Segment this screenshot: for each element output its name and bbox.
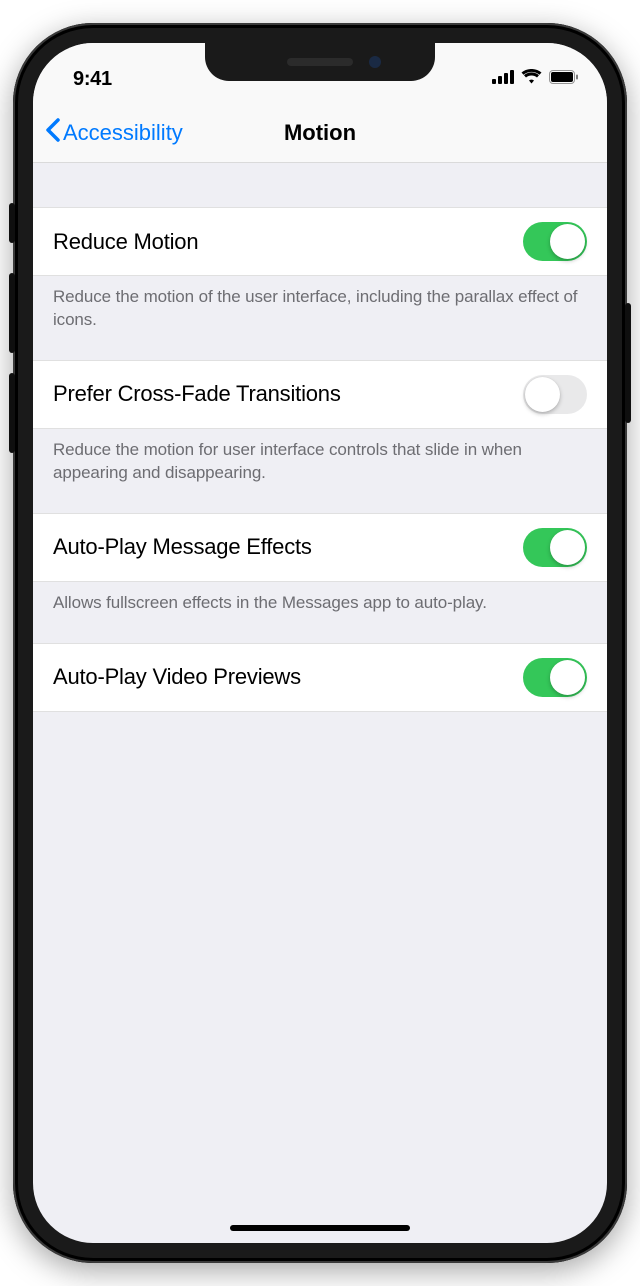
message-effects-toggle[interactable] [523, 528, 587, 567]
cross-fade-footer: Reduce the motion for user interface con… [33, 429, 607, 485]
reduce-motion-row: Reduce Motion [33, 207, 607, 276]
volume-down-button [9, 373, 15, 453]
cross-fade-label: Prefer Cross-Fade Transitions [53, 381, 341, 407]
settings-content: Reduce Motion Reduce the motion of the u… [33, 163, 607, 712]
video-previews-toggle[interactable] [523, 658, 587, 697]
chevron-left-icon [45, 118, 60, 148]
power-button [625, 303, 631, 423]
back-button[interactable]: Accessibility [45, 118, 183, 148]
back-label: Accessibility [63, 120, 183, 146]
message-effects-label: Auto-Play Message Effects [53, 534, 312, 560]
front-camera [369, 56, 381, 68]
page-title: Motion [284, 120, 356, 146]
video-previews-label: Auto-Play Video Previews [53, 664, 301, 690]
cross-fade-toggle[interactable] [523, 375, 587, 414]
speaker-grille [287, 58, 353, 66]
reduce-motion-label: Reduce Motion [53, 229, 198, 255]
cross-fade-row: Prefer Cross-Fade Transitions [33, 360, 607, 429]
status-time: 9:41 [73, 68, 112, 91]
message-effects-row: Auto-Play Message Effects [33, 513, 607, 582]
screen: 9:41 Accessibility Motion [33, 43, 607, 1243]
battery-icon [549, 70, 579, 89]
home-indicator[interactable] [230, 1225, 410, 1231]
phone-frame: 9:41 Accessibility Motion [13, 23, 627, 1263]
message-effects-footer: Allows fullscreen effects in the Message… [33, 582, 607, 615]
silent-switch [9, 203, 15, 243]
reduce-motion-toggle[interactable] [523, 222, 587, 261]
cellular-icon [492, 70, 514, 89]
status-icons [492, 69, 579, 89]
notch [205, 43, 435, 81]
video-previews-row: Auto-Play Video Previews [33, 643, 607, 712]
volume-up-button [9, 273, 15, 353]
wifi-icon [521, 69, 542, 89]
navigation-bar: Accessibility Motion [33, 103, 607, 163]
reduce-motion-footer: Reduce the motion of the user interface,… [33, 276, 607, 332]
